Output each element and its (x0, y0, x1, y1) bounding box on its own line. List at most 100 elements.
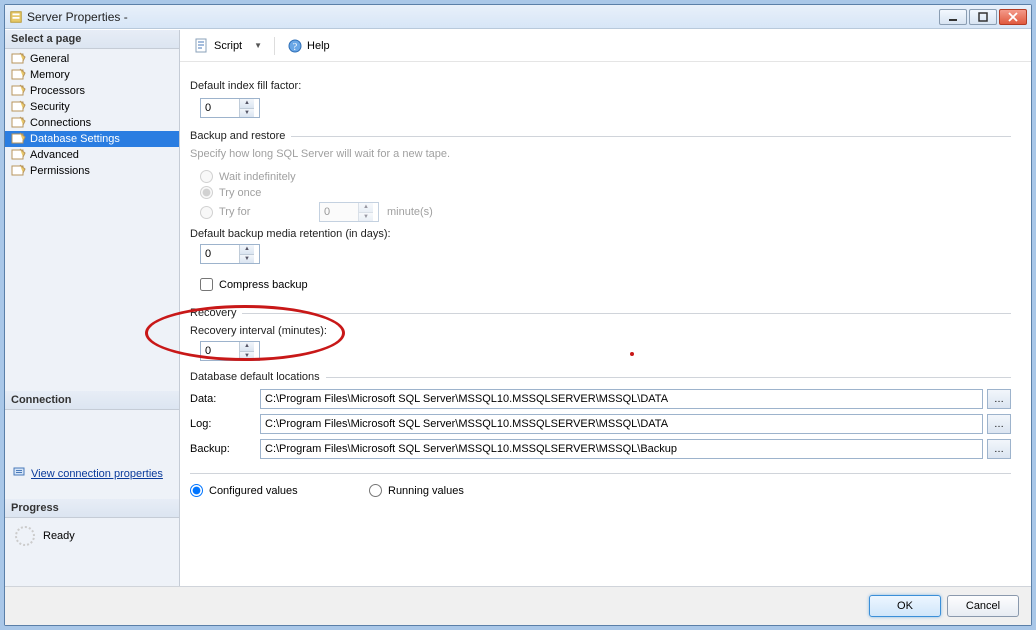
spin-down-icon: ▼ (359, 213, 373, 222)
recovery-group: Recovery (190, 307, 1011, 319)
sidebar-item-general[interactable]: General (5, 51, 179, 67)
script-icon (194, 38, 210, 54)
dialog-footer: OK Cancel (5, 586, 1031, 625)
window-controls (939, 9, 1027, 25)
sidebar-item-memory[interactable]: Memory (5, 67, 179, 83)
content-area: Select a page General Memory Processors … (5, 29, 1031, 586)
sidebar-item-connections[interactable]: Connections (5, 115, 179, 131)
page-list: General Memory Processors Security Conne… (5, 49, 179, 181)
spin-up-icon: ▲ (359, 203, 373, 213)
progress-spinner-icon (15, 526, 35, 546)
data-label: Data: (190, 393, 260, 405)
backup-path-input[interactable] (260, 439, 983, 459)
page-icon (11, 68, 27, 82)
window: Server Properties - Select a page Genera… (4, 4, 1032, 626)
sidebar-item-label: Database Settings (30, 133, 120, 145)
recovery-interval-spinner[interactable]: ▲▼ (200, 341, 260, 361)
sidebar-item-database-settings[interactable]: Database Settings (5, 131, 179, 147)
help-label: Help (307, 40, 330, 52)
script-dropdown-arrow[interactable]: ▼ (250, 41, 266, 50)
close-button[interactable] (999, 9, 1027, 25)
log-browse-button[interactable]: … (987, 414, 1011, 434)
minimize-button[interactable] (939, 9, 967, 25)
svg-text:?: ? (293, 42, 298, 53)
connection-header: Connection (5, 391, 179, 410)
sidebar-item-processors[interactable]: Processors (5, 83, 179, 99)
spin-up-icon[interactable]: ▲ (240, 245, 254, 255)
data-path-input[interactable] (260, 389, 983, 409)
script-button[interactable]: Script (190, 36, 246, 56)
connection-link-icon (13, 466, 27, 481)
wait-indefinitely-label: Wait indefinitely (219, 171, 296, 183)
sidebar: Select a page General Memory Processors … (5, 30, 180, 586)
compress-backup-checkbox[interactable] (200, 278, 213, 291)
backup-restore-group: Backup and restore (190, 130, 1011, 142)
spin-down-icon[interactable]: ▼ (240, 352, 254, 361)
page-icon (11, 164, 27, 178)
backup-browse-button[interactable]: … (987, 439, 1011, 459)
running-values-radio[interactable] (369, 484, 382, 497)
backup-label: Backup: (190, 443, 260, 455)
toolbar: Script ▼ ? Help (180, 30, 1031, 62)
progress-status: Ready (43, 530, 75, 542)
page-icon (11, 132, 27, 146)
try-once-radio (200, 186, 213, 199)
try-for-spinner: ▲▼ (319, 202, 379, 222)
spin-down-icon[interactable]: ▼ (240, 109, 254, 118)
sidebar-item-permissions[interactable]: Permissions (5, 163, 179, 179)
recovery-interval-input[interactable] (201, 342, 239, 360)
retention-label: Default backup media retention (in days)… (190, 228, 1011, 240)
toolbar-separator (274, 37, 275, 55)
page-icon (11, 116, 27, 130)
fill-factor-spinner[interactable]: ▲▼ (200, 98, 260, 118)
title-text: Server Properties - (27, 10, 939, 24)
spin-up-icon[interactable]: ▲ (240, 342, 254, 352)
fill-factor-input[interactable] (201, 99, 239, 117)
try-for-label: Try for (219, 206, 319, 218)
sidebar-item-label: Processors (30, 85, 85, 97)
try-for-radio (200, 206, 213, 219)
sidebar-item-label: Advanced (30, 149, 79, 161)
wait-indefinitely-radio (200, 170, 213, 183)
spin-down-icon[interactable]: ▼ (240, 255, 254, 264)
sidebar-item-advanced[interactable]: Advanced (5, 147, 179, 163)
try-for-unit: minute(s) (387, 206, 433, 218)
script-label: Script (214, 40, 242, 52)
try-once-label: Try once (219, 187, 261, 199)
progress-header: Progress (5, 499, 179, 518)
select-page-header: Select a page (5, 30, 179, 49)
data-browse-button[interactable]: … (987, 389, 1011, 409)
view-connection-properties-link[interactable]: View connection properties (31, 468, 163, 480)
help-button[interactable]: ? Help (283, 36, 334, 56)
main-panel: Script ▼ ? Help Default index fill facto… (180, 30, 1031, 586)
running-values-label: Running values (388, 485, 464, 497)
sidebar-item-security[interactable]: Security (5, 99, 179, 115)
configured-values-label: Configured values (209, 485, 369, 497)
sidebar-item-label: General (30, 53, 69, 65)
sidebar-item-label: Security (30, 101, 70, 113)
cancel-button[interactable]: Cancel (947, 595, 1019, 617)
ok-button[interactable]: OK (869, 595, 941, 617)
log-path-input[interactable] (260, 414, 983, 434)
help-icon: ? (287, 38, 303, 54)
maximize-button[interactable] (969, 9, 997, 25)
fill-factor-label: Default index fill factor: (190, 80, 1011, 92)
recovery-interval-label: Recovery interval (minutes): (190, 325, 1011, 337)
form-area: Default index fill factor: ▲▼ Backup and… (180, 62, 1031, 586)
log-label: Log: (190, 418, 260, 430)
annotation-dot (630, 352, 634, 356)
page-icon (11, 148, 27, 162)
retention-spinner[interactable]: ▲▼ (200, 244, 260, 264)
db-locations-group: Database default locations (190, 371, 1011, 383)
try-for-input (320, 203, 358, 221)
sidebar-item-label: Connections (30, 117, 91, 129)
compress-backup-label: Compress backup (219, 279, 308, 291)
tape-hint: Specify how long SQL Server will wait fo… (190, 148, 1011, 160)
page-icon (11, 100, 27, 114)
page-icon (11, 52, 27, 66)
spin-up-icon[interactable]: ▲ (240, 99, 254, 109)
sidebar-item-label: Permissions (30, 165, 90, 177)
page-icon (11, 84, 27, 98)
configured-values-radio[interactable] (190, 484, 203, 497)
retention-input[interactable] (201, 245, 239, 263)
